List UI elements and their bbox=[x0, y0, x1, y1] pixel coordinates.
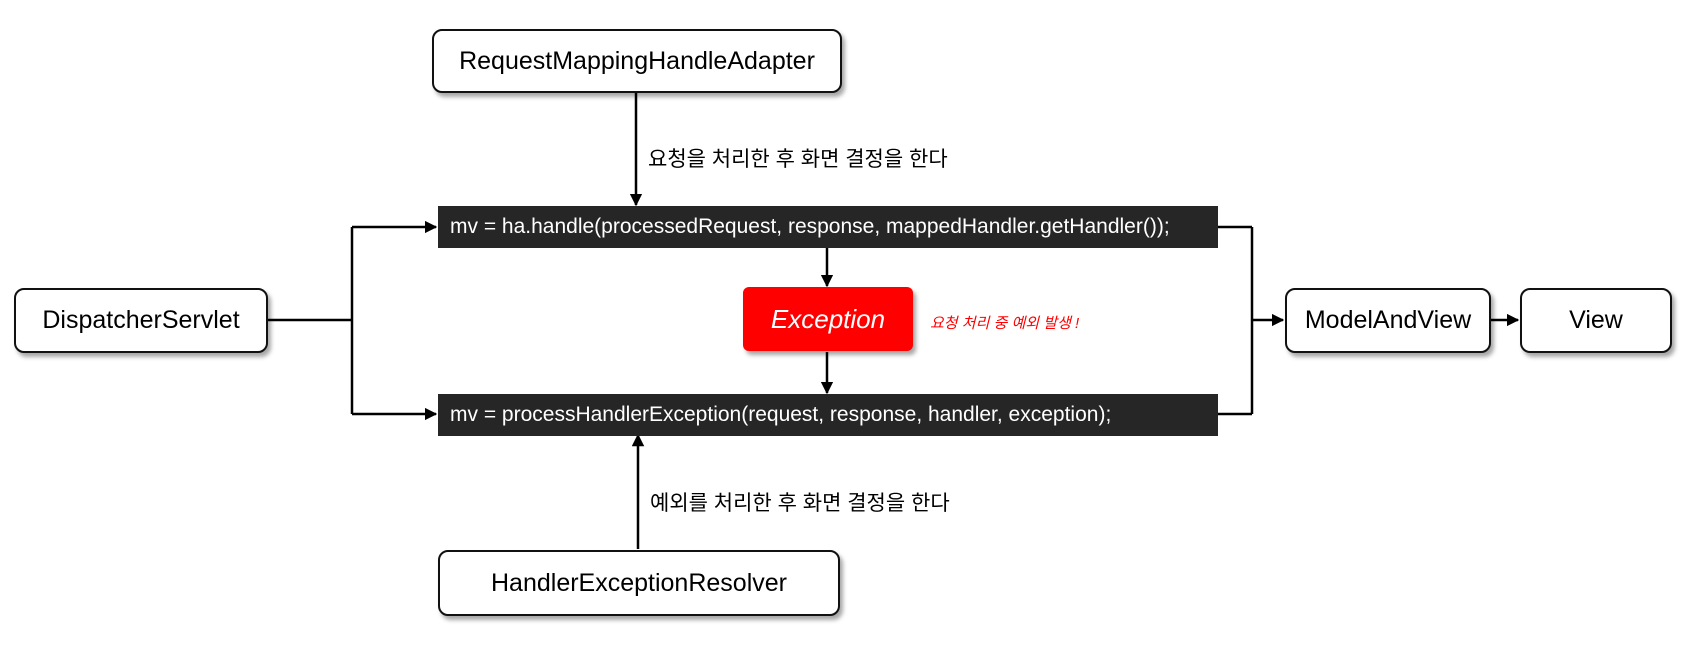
resolver-edge-label: 예외를 처리한 후 화면 결정을 한다 bbox=[650, 492, 950, 515]
handler-exception-resolver-node: HandlerExceptionResolver bbox=[438, 550, 840, 616]
exception-node: Exception bbox=[743, 287, 913, 351]
view-node: View bbox=[1520, 288, 1672, 353]
dispatcher-servlet-node: DispatcherServlet bbox=[14, 288, 268, 353]
adapter-edge-label: 요청을 처리한 후 화면 결정을 한다 bbox=[648, 148, 948, 171]
exception-note: 요청 처리 중 예외 발생 ! bbox=[930, 315, 1080, 332]
model-and-view-node: ModelAndView bbox=[1285, 288, 1491, 353]
process-handler-exception-node: mv = processHandlerException(request, re… bbox=[438, 394, 1218, 436]
handle-call-node: mv = ha.handle(processedRequest, respons… bbox=[438, 206, 1218, 248]
diagram: RequestMappingHandleAdapter 요청을 처리한 후 화면… bbox=[0, 0, 1687, 653]
request-mapping-handle-adapter-node: RequestMappingHandleAdapter bbox=[432, 29, 842, 93]
